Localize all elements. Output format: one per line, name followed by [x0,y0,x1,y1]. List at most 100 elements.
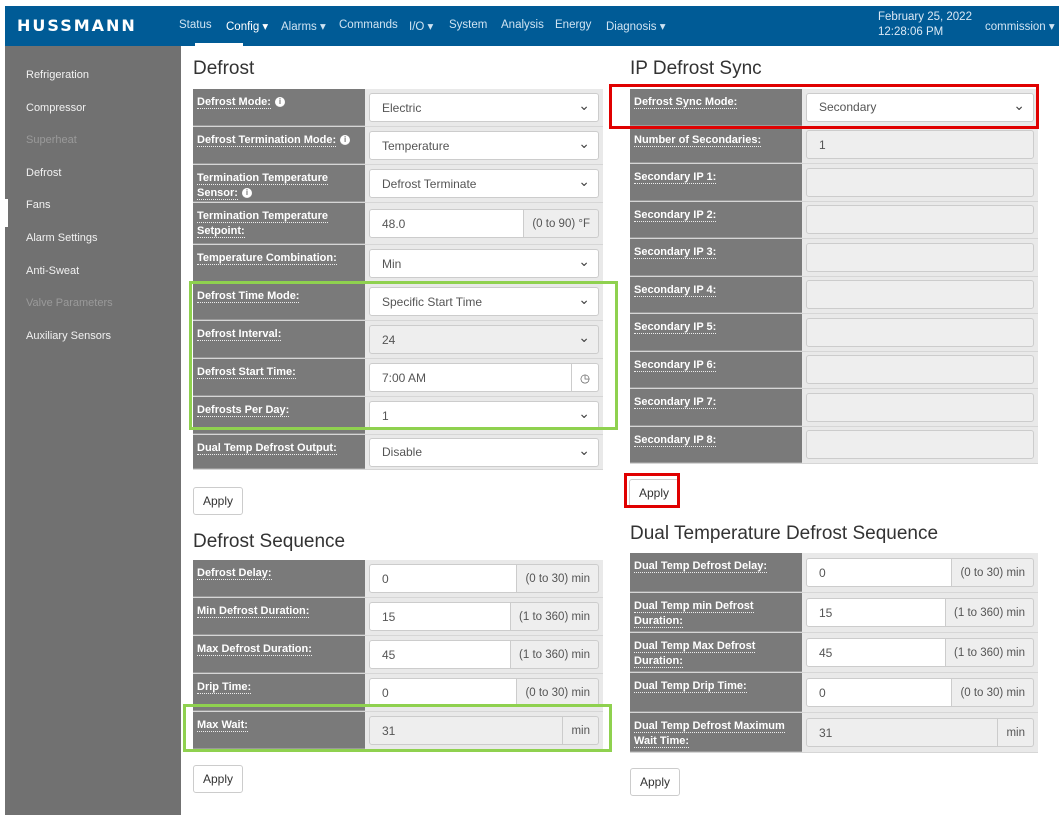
chevron-down-icon: ⌄ [578,441,590,458]
text-input[interactable]: 45 [806,638,947,667]
nav-config[interactable]: Config ▾ [226,19,268,33]
sidebar-item-auxiliary-sensors[interactable]: Auxiliary Sensors [26,330,111,342]
form-row: Defrost Termination Mode: i Temperature ⌄ [193,127,603,165]
sidebar-item-valve-parameters: Valve Parameters [26,297,113,310]
field-value: 45 [382,647,396,662]
field-value-cell: 7:00 AM ◷ [365,359,603,396]
sidebar-item-compressor[interactable]: Compressor [26,102,86,114]
nav-status[interactable]: Status [179,19,212,31]
text-input[interactable]: 0 [806,558,953,587]
info-icon[interactable]: i [241,188,252,198]
form-row: Defrosts Per Day: 1 ⌄ [193,397,603,435]
label-text: Dual Temp Defrost Output: [197,442,337,455]
user-menu[interactable]: commission ▾ [985,19,1055,33]
clock-icon[interactable]: ◷ [571,363,599,392]
sequence-apply-button[interactable]: Apply [193,765,243,793]
select-field[interactable]: Disable ⌄ [369,437,599,467]
form-row: Dual Temp min Defrost Duration: 15 (1 to 3… [630,593,1038,633]
sidebar-item-fans[interactable]: Fans [26,199,50,211]
text-input[interactable]: 48.0 [369,209,525,238]
text-input: 31 [806,718,999,747]
sidebar-item-anti-sweat[interactable]: Anti-Sweat [26,265,79,277]
form-row: Defrost Delay: 0 (0 to 30) min [193,560,603,598]
field-value: 0 [819,565,826,580]
label-text: Defrost Start Time: [197,366,296,379]
label-text: Defrost Time Mode: [197,290,300,303]
field-label: Drip Time: [193,674,365,711]
select-field[interactable]: 1 ⌄ [369,401,599,430]
field-value: 48.0 [382,216,406,231]
select-field[interactable]: Min ⌄ [369,249,599,278]
field-label: Secondary IP 3: [630,239,802,276]
label-text: Temperature Combination: [197,252,337,265]
select-field[interactable]: Temperature ⌄ [369,131,599,160]
field-value: 0 [819,685,826,700]
nav-system[interactable]: System [449,19,487,31]
select-field[interactable]: Secondary ⌄ [806,92,1034,122]
label-text: Min Defrost Duration: [197,605,310,618]
text-input[interactable]: 0 [369,678,518,707]
text-input[interactable]: 15 [806,598,947,627]
field-label: Dual Temp Defrost Output: [193,435,365,469]
dual-apply-button[interactable]: Apply [630,768,680,796]
label-text: Dual Temp Defrost Delay: [634,560,768,573]
select-field[interactable]: Electric ⌄ [369,93,599,122]
sidebar-item-defrost[interactable]: Defrost [26,167,61,179]
field-value: 15 [382,609,396,624]
field-value-cell [802,352,1038,389]
select-field[interactable]: Specific Start Time ⌄ [369,287,599,316]
text-input[interactable]: 15 [369,602,512,631]
label-text: Dual Temp Drip Time: [634,680,747,693]
field-label: Dual Temp Defrost Delay: [630,553,802,592]
select-field[interactable]: Defrost Terminate ⌄ [369,169,599,198]
ip-sync-title: IP Defrost Sync [630,58,762,79]
nav-energy[interactable]: Energy [555,19,591,31]
info-icon[interactable]: i [340,135,351,145]
nav-io[interactable]: I/O ▾ [409,19,433,33]
field-value-cell [802,389,1038,426]
nav-analysis[interactable]: Analysis [501,19,544,31]
ip-sync-apply-button[interactable]: Apply [629,479,679,507]
label-text: Secondary IP 7: [634,396,717,409]
text-input[interactable]: 0 [369,564,518,593]
form-row: Number of Secondaries: 1 [630,126,1038,164]
text-input [806,317,1034,347]
unit-addon: (0 to 30) min [952,678,1034,707]
field-label: Termination Temperature Setpoint: [193,203,365,244]
field-value-cell: 1 [802,127,1038,164]
field-label: Temperature Combination: [193,245,365,282]
active-tab-underline [195,43,243,46]
chevron-down-icon: ⌄ [578,329,590,345]
sidebar-item-refrigeration[interactable]: Refrigeration [26,69,89,81]
field-value: Electric [382,100,422,115]
form-row: Dual Temp Drip Time: 0 (0 to 30) min [630,673,1038,713]
field-value-cell: 0 (0 to 30) min [365,674,603,711]
dual-temp-title: Dual Temperature Defrost Sequence [630,523,939,544]
field-value: Min [382,256,402,271]
form-row: Dual Temp Defrost Output: Disable ⌄ [193,435,603,470]
info-icon[interactable]: i [274,97,285,107]
label-text: Defrost Delay: [197,567,272,580]
text-input[interactable]: 45 [369,640,512,669]
text-input [806,430,1034,460]
field-label: Max Wait: [193,712,365,749]
field-value-cell [802,277,1038,314]
field-value-cell: Min ⌄ [365,245,603,282]
nav-alarms[interactable]: Alarms ▾ [281,19,326,33]
text-input [806,280,1034,310]
text-input[interactable]: 0 [806,678,953,707]
defrost-apply-button[interactable]: Apply [193,487,243,515]
sidebar-item-alarm-settings[interactable]: Alarm Settings [26,232,98,244]
label-text: Secondary IP 5: [634,321,717,334]
field-value-cell: Defrost Terminate ⌄ [365,165,603,202]
nav-diagnosis[interactable]: Diagnosis ▾ [606,19,665,33]
field-label: Secondary IP 5: [630,314,802,351]
form-row: Dual Temp Defrost Delay: 0 (0 to 30) min [630,553,1038,593]
field-value-cell: Electric ⌄ [365,89,603,126]
text-input: 1 [806,130,1034,160]
nav-commands[interactable]: Commands [339,19,398,31]
field-label: Defrost Delay: [193,560,365,597]
chevron-down-icon: ⌄ [1013,96,1025,113]
time-input[interactable]: 7:00 AM [369,363,572,392]
form-row: Secondary IP 1: [630,164,1038,202]
